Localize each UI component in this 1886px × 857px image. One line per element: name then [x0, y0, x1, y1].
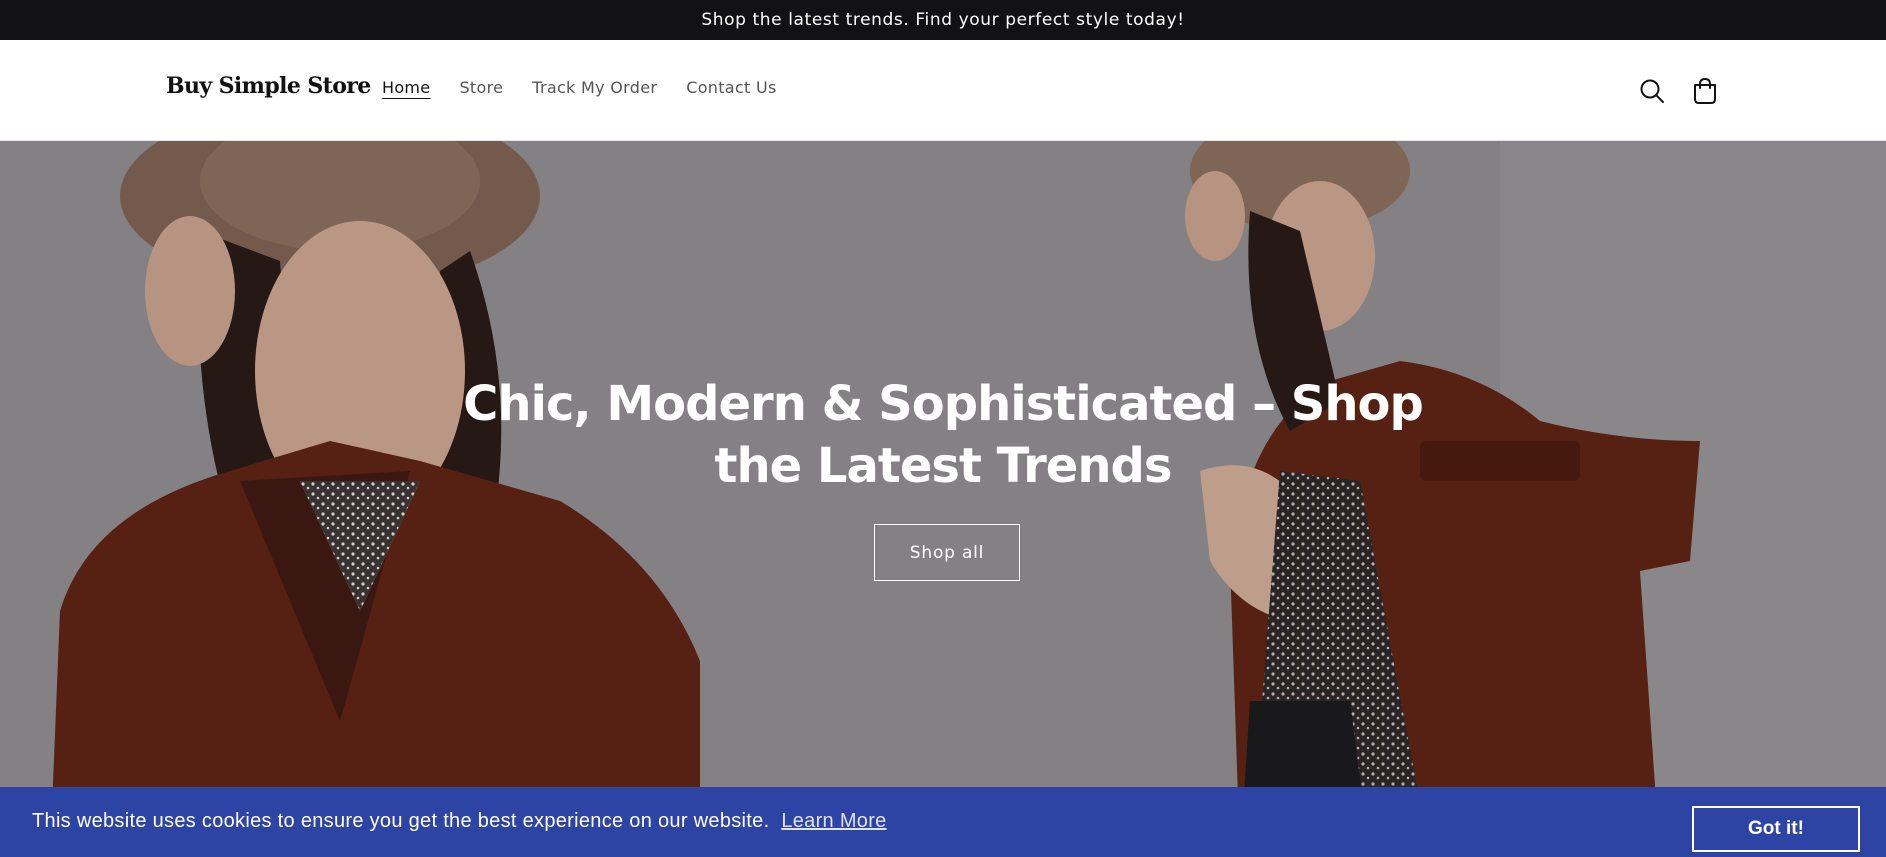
learn-more-link[interactable]: Learn More: [781, 810, 886, 832]
shop-all-button[interactable]: Shop all: [874, 524, 1020, 581]
hero-headline: Chic, Modern & Sophisticated – Shop the …: [463, 376, 1424, 494]
announcement-bar: Shop the latest trends. Find your perfec…: [0, 0, 1886, 40]
hero-banner: Chic, Modern & Sophisticated – Shop the …: [0, 141, 1886, 857]
nav-link-store[interactable]: Store: [459, 78, 503, 97]
search-icon: [1640, 79, 1664, 103]
cart-button[interactable]: [1683, 69, 1727, 113]
cookie-message: This website uses cookies to ensure you …: [32, 810, 887, 833]
site-header: Buy Simple Store Home Store Track My Ord…: [0, 40, 1886, 141]
nav-link-home[interactable]: Home: [382, 78, 430, 97]
got-it-button[interactable]: Got it!: [1692, 806, 1860, 852]
announcement-text: Shop the latest trends. Find your perfec…: [701, 10, 1185, 30]
search-button[interactable]: [1630, 69, 1674, 113]
cart-icon: [1694, 77, 1716, 104]
nav-link-contact-us[interactable]: Contact Us: [686, 78, 776, 97]
main-nav: Home Store Track My Order Contact Us: [382, 78, 777, 97]
nav-link-track-my-order[interactable]: Track My Order: [532, 78, 657, 97]
hero-overlay: [0, 141, 1886, 857]
cookie-message-text: This website uses cookies to ensure you …: [32, 810, 770, 832]
store-logo[interactable]: Buy Simple Store: [166, 73, 371, 99]
cookie-banner: This website uses cookies to ensure you …: [0, 787, 1886, 857]
